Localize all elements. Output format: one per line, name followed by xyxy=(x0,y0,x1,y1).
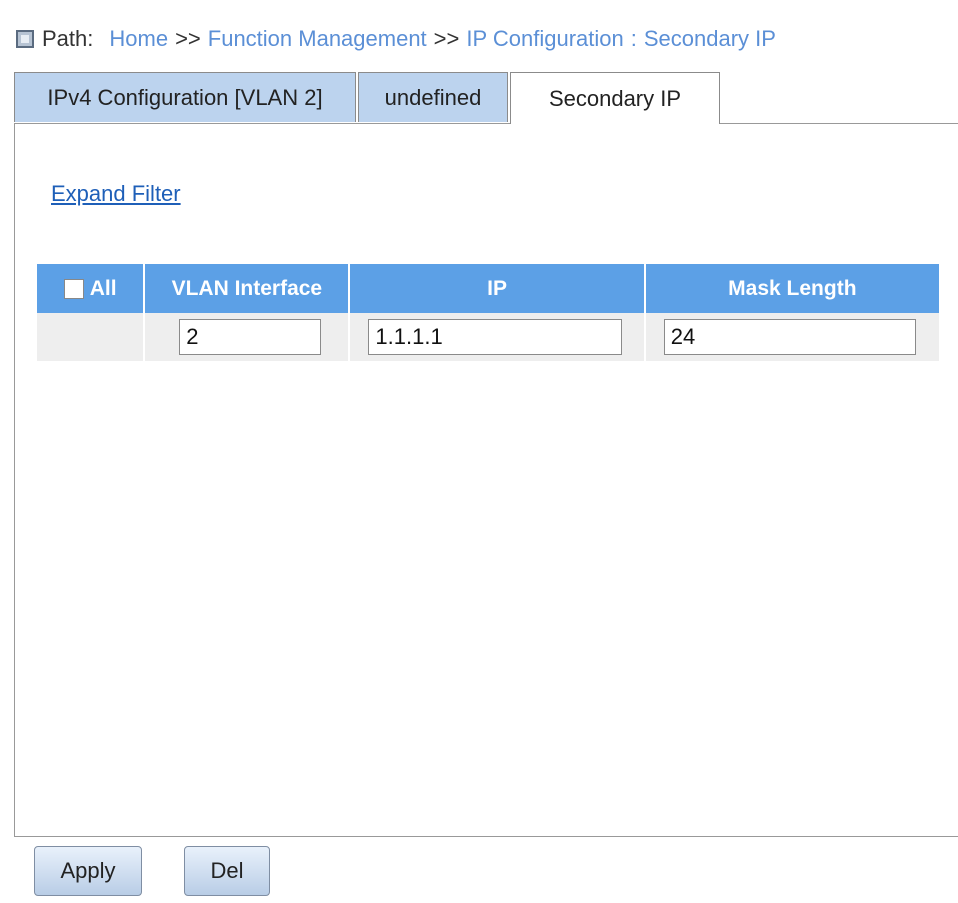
expand-filter-link[interactable]: Expand Filter xyxy=(51,181,181,207)
table-header-row: All VLAN Interface IP Mask Length xyxy=(37,264,939,313)
breadcrumb-secondary-ip-link[interactable]: Secondary IP xyxy=(644,26,776,52)
breadcrumb-colon: : xyxy=(630,26,637,51)
row-select-cell xyxy=(37,313,146,361)
header-ip: IP xyxy=(349,264,646,313)
header-all: All xyxy=(37,264,146,313)
header-vlan-interface: VLAN Interface xyxy=(144,264,351,313)
breadcrumb-ip-configuration-link[interactable]: IP Configuration xyxy=(466,26,623,52)
secondary-ip-table: All VLAN Interface IP Mask Length xyxy=(37,264,939,361)
tab-bar: IPv4 Configuration [VLAN 2] undefined Se… xyxy=(14,72,958,124)
tab-undefined[interactable]: undefined xyxy=(358,72,508,122)
box-icon xyxy=(16,30,34,48)
ip-input[interactable] xyxy=(368,319,623,355)
breadcrumb-home-link[interactable]: Home xyxy=(109,26,168,52)
breadcrumb-separator: >> xyxy=(433,26,460,51)
tab-ipv4-configuration[interactable]: IPv4 Configuration [VLAN 2] xyxy=(14,72,356,122)
page: Path: Home >> Function Management >> IP … xyxy=(0,0,958,903)
breadcrumb: Path: Home >> Function Management >> IP … xyxy=(16,22,776,56)
select-all-checkbox[interactable] xyxy=(63,278,84,299)
table-row xyxy=(37,313,939,361)
path-label: Path: xyxy=(42,26,94,51)
header-mask-length: Mask Length xyxy=(644,264,939,313)
vlan-interface-input[interactable] xyxy=(179,319,322,355)
breadcrumb-function-management-link[interactable]: Function Management xyxy=(208,26,427,52)
ip-cell xyxy=(349,313,646,361)
apply-button[interactable]: Apply xyxy=(34,846,142,896)
mask-length-cell xyxy=(644,313,939,361)
content-panel: Expand Filter All VLAN Interface IP Mask… xyxy=(14,123,958,837)
vlan-interface-cell xyxy=(144,313,351,361)
mask-length-input[interactable] xyxy=(663,319,916,355)
tab-secondary-ip[interactable]: Secondary IP xyxy=(510,72,720,124)
all-label: All xyxy=(89,276,117,300)
del-button[interactable]: Del xyxy=(184,846,270,896)
breadcrumb-separator: >> xyxy=(175,26,201,51)
